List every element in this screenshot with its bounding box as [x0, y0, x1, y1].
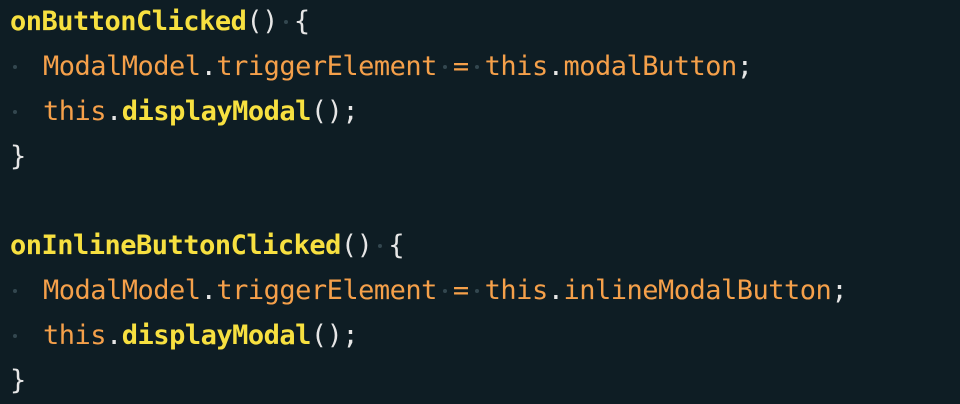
assign-operator: =	[452, 51, 469, 82]
close-brace: }	[10, 141, 26, 172]
code-editor[interactable]: onButtonClicked(){ ModalModel.triggerEle…	[0, 0, 960, 404]
property-name: triggerElement	[216, 51, 437, 82]
indent-dot-icon	[10, 45, 43, 89]
whitespace-dot-icon	[437, 269, 453, 313]
code-line-2: ModalModel.triggerElement = this.modalButt…	[10, 45, 753, 89]
object-name: ModalModel	[43, 275, 201, 306]
code-line-1: onButtonClicked() {	[10, 0, 310, 44]
call-parens: ();	[310, 320, 359, 351]
whitespace-dot-icon	[437, 45, 453, 89]
this-keyword: this	[484, 275, 549, 306]
close-brace: }	[10, 365, 26, 396]
open-brace: {	[293, 6, 310, 37]
code-line-3: this.displayModal();	[10, 90, 359, 134]
whitespace-dot-icon	[469, 45, 485, 89]
property-value: modalButton	[563, 51, 737, 82]
function-name: onInlineButtonClicked	[10, 230, 341, 261]
semicolon: ;	[831, 275, 848, 306]
code-line-9: }	[10, 359, 26, 403]
assign-operator: =	[452, 275, 469, 306]
method-call: displayModal	[121, 96, 312, 127]
property-name: triggerElement	[216, 275, 437, 306]
semicolon: ;	[736, 51, 753, 82]
whitespace-dot-icon	[278, 0, 294, 44]
indent-dot-icon	[10, 269, 43, 313]
dot: .	[106, 320, 122, 351]
open-brace: {	[388, 230, 405, 261]
this-keyword: this	[43, 320, 107, 351]
whitespace-dot-icon	[469, 269, 485, 313]
indent-dot-icon	[10, 314, 43, 358]
whitespace-dot-icon	[372, 224, 388, 268]
call-parens: ();	[310, 96, 359, 127]
dot: .	[200, 51, 217, 82]
parens: ()	[246, 6, 278, 37]
indent-dot-icon	[10, 90, 43, 134]
function-name: onButtonClicked	[10, 6, 247, 37]
property-value: inlineModalButton	[563, 275, 832, 306]
dot: .	[106, 96, 122, 127]
code-line-7: ModalModel.triggerElement = this.inlineMod…	[10, 269, 848, 313]
method-call: displayModal	[121, 320, 312, 351]
parens: ()	[340, 230, 373, 261]
dot: .	[200, 275, 217, 306]
code-line-4: }	[10, 135, 26, 179]
object-name: ModalModel	[43, 51, 201, 82]
code-line-6: onInlineButtonClicked() {	[10, 224, 405, 268]
this-keyword: this	[484, 51, 549, 82]
code-line-8: this.displayModal();	[10, 314, 359, 358]
dot: .	[547, 275, 564, 306]
dot: .	[547, 51, 564, 82]
this-keyword: this	[43, 96, 107, 127]
